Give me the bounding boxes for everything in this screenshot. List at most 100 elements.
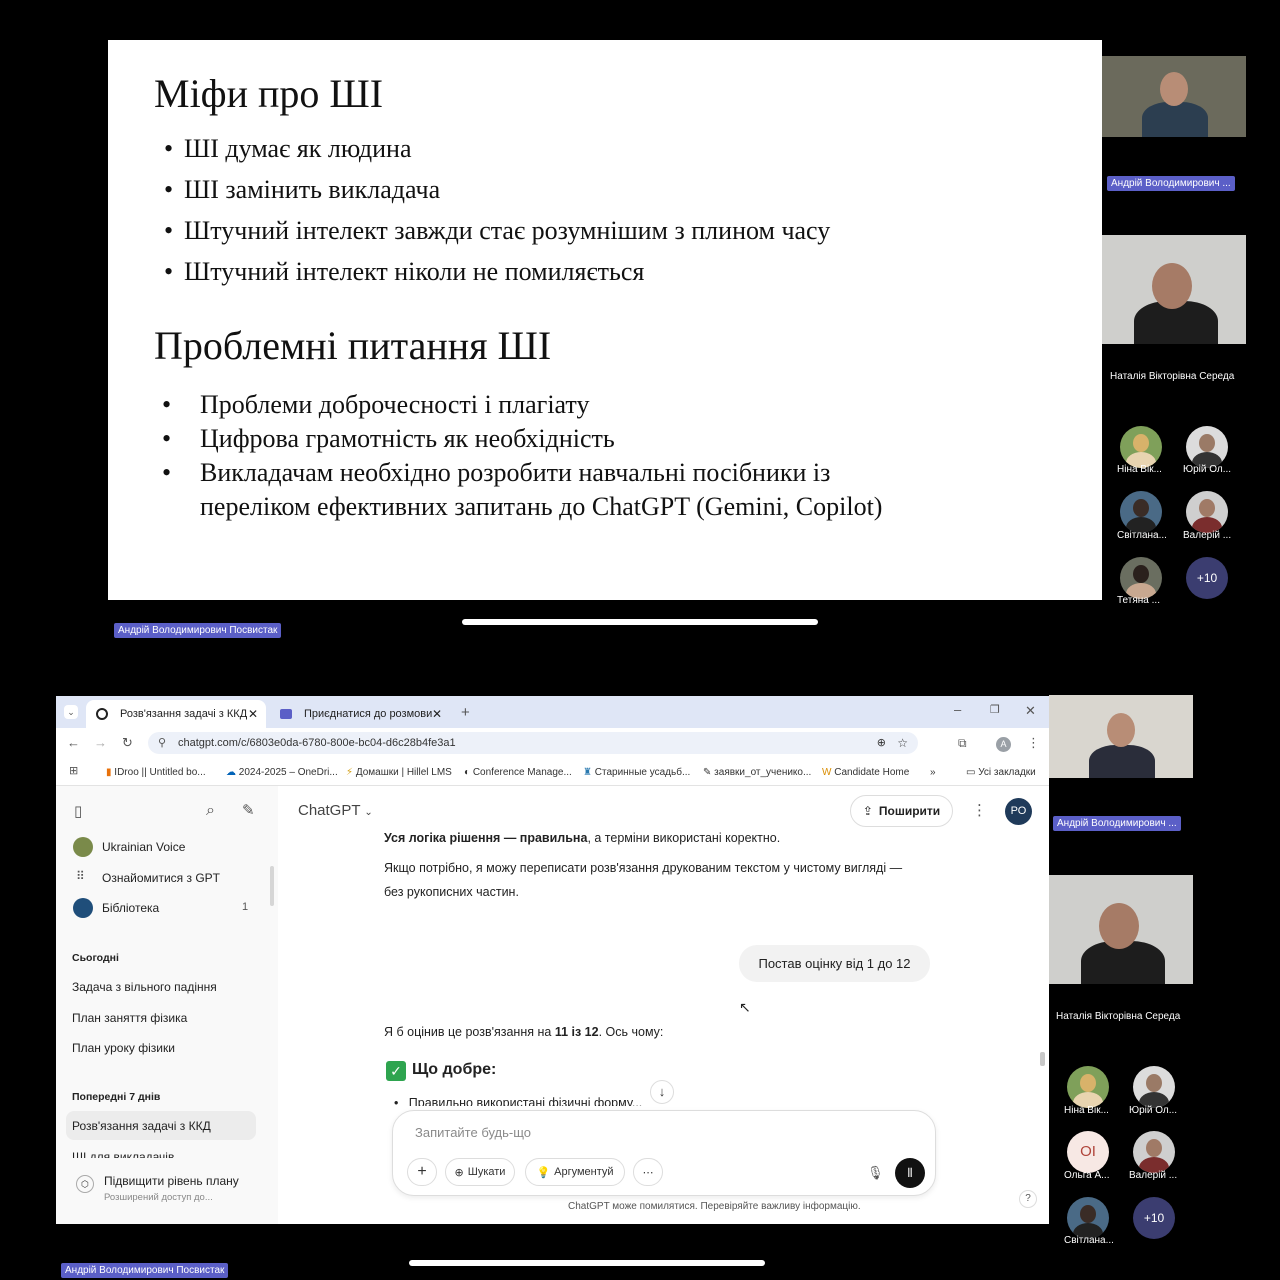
participant-avatar[interactable] — [1067, 1066, 1109, 1108]
apps-grid-icon[interactable]: ⊞ — [69, 766, 78, 777]
prompt-input[interactable]: Запитайте будь-що — [415, 1125, 531, 1140]
participant-name: Валерій ... — [1183, 530, 1232, 541]
slide-heading-myths: Міфи про ШІ — [154, 71, 384, 116]
close-window-icon[interactable]: ✕ — [1025, 704, 1036, 717]
close-tab-icon[interactable]: ✕ — [248, 707, 258, 721]
chat-history-item[interactable]: Задача з вільного падіння — [72, 980, 217, 994]
search-button[interactable]: ⊕ Шукати — [445, 1158, 515, 1186]
bookmark-item[interactable]: W Candidate Home — [822, 767, 909, 778]
bookmark-item[interactable]: ⚡ Домашки | Hillel LMS — [346, 767, 452, 778]
slide-heading-issues: Проблемні питання ШІ — [154, 323, 552, 368]
url-field[interactable]: ⚲ chatgpt.com/c/6803e0da-6780-800e-bc04-… — [148, 732, 918, 754]
participant-name: Ніна Вік... — [1064, 1105, 1109, 1116]
user-avatar[interactable]: РО — [1005, 798, 1032, 825]
url-text: chatgpt.com/c/6803e0da-6780-800e-bc04-d6… — [178, 737, 456, 749]
zoom-icon[interactable]: ⊕ — [877, 732, 886, 754]
new-chat-icon[interactable]: ✎ — [242, 803, 255, 818]
video-tile-participant[interactable] — [1102, 235, 1246, 344]
section-today: Сьогодні — [72, 952, 119, 964]
bookmark-star-icon[interactable]: ☆ — [897, 732, 908, 754]
myth-item: ШІ замінить викладача — [156, 169, 830, 210]
mouse-cursor-icon: ↖ — [739, 999, 751, 1015]
browser-menu-icon[interactable]: ⋮ — [1027, 736, 1040, 749]
chat-history-item[interactable]: Розв'язання задачі з ККД — [72, 1119, 211, 1133]
new-tab-icon[interactable]: + — [461, 705, 470, 720]
search-chats-icon[interactable]: ⌕ — [206, 803, 215, 819]
share-button[interactable]: ⇪ Поширити — [850, 795, 953, 827]
bookmark-item[interactable]: ◐ Conference Manage... — [464, 767, 572, 778]
more-participants-button[interactable]: +10 — [1186, 557, 1228, 599]
participant-avatar[interactable] — [1186, 426, 1228, 468]
participant-avatar[interactable] — [1133, 1066, 1175, 1108]
more-participants-button[interactable]: +10 — [1133, 1197, 1175, 1239]
library-count: 1 — [242, 901, 249, 913]
bookmark-item[interactable]: ☁ 2024-2025 – OneDri... — [226, 767, 338, 778]
good-bullet: • Правильно використані фізичні форму... — [394, 1096, 643, 1106]
library-icon — [73, 898, 93, 918]
participant-avatar[interactable] — [1133, 1131, 1175, 1173]
model-selector[interactable]: ChatGPT ⌄ — [298, 802, 373, 819]
bookmark-item[interactable]: ♜ Старинные усадьб... — [583, 767, 690, 778]
sidebar-item-explore[interactable]: Ознайомитися з GPT — [102, 871, 220, 885]
reason-button[interactable]: 💡 Аргументуй — [525, 1158, 625, 1186]
participant-avatar[interactable] — [1067, 1197, 1109, 1239]
sidebar-item-library[interactable]: Бібліотека — [102, 901, 159, 915]
sidebar-scrollbar[interactable] — [270, 866, 274, 906]
sidebar-item-ukrainian-voice[interactable]: Ukrainian Voice — [102, 840, 185, 854]
more-bookmarks-icon[interactable]: » — [930, 767, 936, 778]
minimize-icon[interactable]: – — [954, 703, 961, 716]
close-tab-icon[interactable]: ✕ — [432, 707, 442, 721]
forward-icon[interactable]: → — [94, 736, 107, 749]
attach-button[interactable]: + — [407, 1158, 437, 1186]
disclaimer-text: ChatGPT може помилятися. Перевіряйте важ… — [568, 1201, 861, 1212]
chat-history-item[interactable]: План уроку фізики — [72, 1041, 175, 1055]
microphone-icon[interactable]: 🎙 — [867, 1166, 884, 1179]
check-mark-icon: ✓ — [386, 1061, 406, 1081]
participant-avatar[interactable] — [1120, 426, 1162, 468]
user-message-bubble: Постав оцінку від 1 до 12 — [739, 945, 930, 982]
tab-chatgpt[interactable]: Розв'язання задачі з ККД ✕ — [86, 700, 266, 728]
plus-icon: + — [417, 1163, 427, 1180]
video-tile-participant[interactable] — [1049, 695, 1193, 778]
participant-name: Ніна Вік... — [1117, 464, 1162, 475]
video-tile-participant[interactable] — [1049, 875, 1193, 984]
reload-icon[interactable]: ↻ — [122, 736, 133, 749]
browser-window: ⌄ Розв'язання задачі з ККД ✕ Приєднатися… — [56, 696, 1049, 1224]
participant-avatar-initials[interactable]: OI — [1067, 1131, 1109, 1173]
help-button[interactable]: ? — [1019, 1190, 1037, 1208]
chat-history-item[interactable]: План заняття фізика — [72, 1011, 187, 1025]
issue-item: Цифрова грамотність як необхідність — [154, 422, 882, 456]
voice-mode-icon[interactable]: ⦀ — [895, 1158, 925, 1188]
profile-avatar[interactable]: A — [996, 737, 1011, 752]
participant-avatar[interactable] — [1120, 557, 1162, 599]
bookmark-item[interactable]: ✎ заявки_от_ученико... — [703, 767, 811, 778]
toggle-sidebar-icon[interactable]: ▯ — [74, 804, 82, 819]
participant-avatar[interactable] — [1120, 491, 1162, 533]
video-tile-participant[interactable] — [1102, 56, 1246, 137]
window-resize-handle[interactable] — [462, 619, 818, 625]
shared-slide: Міфи про ШІ ШІ думає як людина ШІ заміни… — [108, 40, 1102, 600]
myths-list: ШІ думає як людина ШІ замінить викладача… — [156, 128, 830, 292]
upgrade-panel[interactable]: ⬡ Підвищити рівень плану Розширений дост… — [56, 1160, 278, 1224]
upgrade-subtitle: Розширений доступ до... — [104, 1192, 213, 1203]
tab-search-icon[interactable]: ⌄ — [64, 705, 78, 719]
bookmark-item[interactable]: ▮ IDroo || Untitled bo... — [106, 767, 206, 778]
scroll-down-icon[interactable]: ↓ — [650, 1080, 674, 1104]
site-info-icon[interactable]: ⚲ — [158, 732, 166, 754]
more-tools-button[interactable]: ⋯ — [633, 1158, 663, 1186]
more-options-icon[interactable]: ⋮ — [972, 803, 987, 818]
restore-icon[interactable]: ❐ — [990, 705, 1000, 716]
tab-teams[interactable]: Приєднатися до розмови ✕ — [270, 700, 450, 728]
participant-avatar[interactable] — [1186, 491, 1228, 533]
chat-history-item[interactable]: ШІ для викладачів — [72, 1150, 174, 1158]
chatgpt-favicon-icon — [96, 708, 108, 720]
assistant-answer-line: Я б оцінив це розв'язання на 11 із 12. О… — [384, 1025, 664, 1039]
chat-sidebar: ▯ ⌕ ✎ Ukrainian Voice ⠿ Ознайомитися з G… — [56, 786, 278, 1224]
window-resize-handle[interactable] — [409, 1260, 765, 1266]
chat-scrollbar[interactable] — [1040, 1052, 1045, 1066]
all-bookmarks-folder[interactable]: ▭ Усі закладки — [966, 767, 1036, 778]
participant-name: Ольга А... — [1064, 1170, 1110, 1181]
extensions-icon[interactable]: ⧉ — [958, 737, 967, 749]
issue-item: Проблеми доброчесності і плагіату — [154, 388, 882, 422]
back-icon[interactable]: ← — [67, 736, 80, 749]
